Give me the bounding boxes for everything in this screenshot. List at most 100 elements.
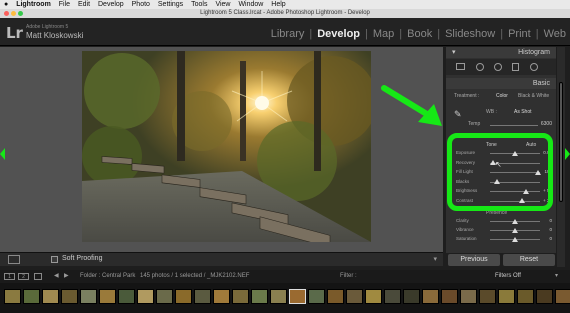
filmstrip-thumbnail[interactable] — [213, 289, 230, 304]
filmstrip-thumbnail[interactable] — [194, 289, 211, 304]
forward-arrow-icon[interactable]: ▶ — [64, 270, 69, 283]
filmstrip-collapse-icon[interactable]: ▾ — [555, 270, 558, 283]
filmstrip-thumbnail[interactable] — [479, 289, 496, 304]
filmstrip-thumbnail[interactable] — [346, 289, 363, 304]
panel-scrollbar[interactable] — [557, 47, 565, 267]
menu-develop[interactable]: Develop — [98, 0, 124, 9]
zoom-window-icon[interactable] — [18, 11, 23, 16]
treatment-bw[interactable]: Black & White — [518, 93, 549, 99]
filmstrip-thumbnail[interactable] — [536, 289, 553, 304]
filmstrip-thumbnail[interactable] — [289, 289, 306, 304]
temp-slider[interactable] — [490, 125, 538, 126]
filmstrip-thumbnail[interactable] — [384, 289, 401, 304]
lightroom-logo: Lr — [6, 24, 23, 42]
presence-slider-row: Saturation 0 — [448, 235, 554, 243]
graduated-filter-icon[interactable] — [512, 63, 519, 71]
filmstrip-thumbnail[interactable] — [422, 289, 439, 304]
menu-settings[interactable]: Settings — [158, 0, 183, 9]
previous-button[interactable]: Previous — [448, 254, 500, 266]
crop-icon[interactable] — [456, 63, 465, 70]
filmstrip-thumbnail[interactable] — [327, 289, 344, 304]
window-title: Lightroom 5 Class.lrcat - Adobe Photosho… — [200, 10, 370, 16]
page-1-button[interactable]: 1 — [4, 273, 15, 280]
develop-canvas — [0, 47, 443, 252]
module-library[interactable]: Library — [271, 28, 305, 40]
red-eye-icon[interactable] — [494, 63, 502, 71]
menu-file[interactable]: File — [59, 0, 70, 9]
basic-label: Basic — [532, 80, 550, 87]
filmstrip-thumbnail[interactable] — [61, 289, 78, 304]
eyedropper-icon[interactable]: ✎ — [454, 109, 462, 120]
basic-header[interactable]: Basic — [446, 78, 556, 89]
filmstrip-thumbnail[interactable] — [156, 289, 173, 304]
filmstrip-thumbnail[interactable] — [251, 289, 268, 304]
module-book[interactable]: Book — [407, 28, 432, 40]
filmstrip-thumbnail[interactable] — [460, 289, 477, 304]
filmstrip-thumbnail[interactable] — [4, 289, 21, 304]
histogram-header[interactable]: ▾ Histogram — [446, 47, 556, 58]
page-2-button[interactable]: 2 — [18, 273, 29, 280]
filmstrip-thumbnail[interactable] — [118, 289, 135, 304]
back-arrow-icon[interactable]: ◀ — [54, 270, 59, 283]
presence-slider-knob[interactable] — [512, 227, 518, 233]
bottom-toolbar: Soft Proofing ▾ — [0, 252, 443, 266]
apple-icon[interactable]: ● — [4, 0, 8, 9]
scrollbar-thumb[interactable] — [559, 82, 563, 202]
filmstrip-thumbnail[interactable] — [365, 289, 382, 304]
radial-filter-icon[interactable] — [530, 63, 538, 71]
module-develop[interactable]: Develop — [317, 28, 360, 40]
filmstrip-thumbnail[interactable] — [498, 289, 515, 304]
reset-button[interactable]: Reset — [503, 254, 555, 266]
filmstrip-thumbnail[interactable] — [517, 289, 534, 304]
menu-edit[interactable]: Edit — [78, 0, 90, 9]
spot-removal-icon[interactable] — [476, 63, 484, 71]
soft-proofing-checkbox[interactable] — [51, 256, 58, 263]
presence-sliders: Clarity 0 Vibrance 0 Saturation 0 — [446, 217, 556, 247]
filmstrip-thumbnail[interactable] — [99, 289, 116, 304]
filmstrip-bar: 1 2 ◀ ▶ Folder : Central Park 145 photos… — [0, 270, 570, 283]
presence-slider-knob[interactable] — [512, 218, 518, 224]
temp-label: Temp — [468, 121, 481, 127]
minimize-window-icon[interactable] — [11, 11, 16, 16]
mac-menu-bar: ● Lightroom File Edit Develop Photo Sett… — [0, 0, 570, 9]
filter-dropdown[interactable]: Filters Off — [495, 270, 521, 283]
presence-slider-knob[interactable] — [512, 236, 518, 242]
filmstrip-thumbnail[interactable] — [308, 289, 325, 304]
menu-app-name[interactable]: Lightroom — [16, 0, 51, 9]
menu-help[interactable]: Help — [271, 0, 285, 9]
filmstrip-thumbnail[interactable] — [23, 289, 40, 304]
treatment-color[interactable]: Color — [496, 93, 508, 99]
menu-photo[interactable]: Photo — [132, 0, 150, 9]
menu-window[interactable]: Window — [238, 0, 263, 9]
user-name: Matt Kloskowski — [26, 31, 84, 40]
loupe-view-button[interactable] — [8, 255, 20, 264]
filmstrip-thumbnail[interactable] — [403, 289, 420, 304]
photo-preview[interactable] — [82, 51, 371, 242]
panel-collapse-icon[interactable]: ▾ — [452, 47, 456, 58]
close-window-icon[interactable] — [4, 11, 9, 16]
right-panel-toggle-icon[interactable] — [565, 148, 570, 160]
filmstrip-thumbnail[interactable] — [270, 289, 287, 304]
module-web[interactable]: Web — [544, 28, 566, 40]
presence-slider-label: Clarity — [456, 218, 469, 223]
filmstrip-thumbnail[interactable] — [42, 289, 59, 304]
toolbar-menu-icon[interactable]: ▾ — [433, 255, 437, 263]
module-print[interactable]: Print — [508, 28, 531, 40]
grid-view-icon[interactable] — [34, 273, 42, 280]
menu-view[interactable]: View — [215, 0, 230, 9]
filmstrip-thumbnail[interactable] — [80, 289, 97, 304]
filmstrip-thumbnail[interactable] — [137, 289, 154, 304]
filmstrip-source[interactable]: Folder : Central Park — [80, 270, 135, 283]
filmstrip-thumbnail[interactable] — [232, 289, 249, 304]
presence-slider-value: 0 — [549, 227, 552, 232]
filmstrip-thumbnail[interactable] — [441, 289, 458, 304]
module-slideshow[interactable]: Slideshow — [445, 28, 495, 40]
highlight-arrow — [381, 85, 442, 126]
module-map[interactable]: Map — [373, 28, 394, 40]
filmstrip-thumbnail[interactable] — [175, 289, 192, 304]
presence-slider-value: 0 — [549, 236, 552, 241]
filmstrip-thumbnail[interactable] — [555, 289, 570, 304]
filmstrip — [0, 283, 570, 313]
wb-value[interactable]: As Shot — [514, 109, 532, 115]
menu-tools[interactable]: Tools — [191, 0, 207, 9]
